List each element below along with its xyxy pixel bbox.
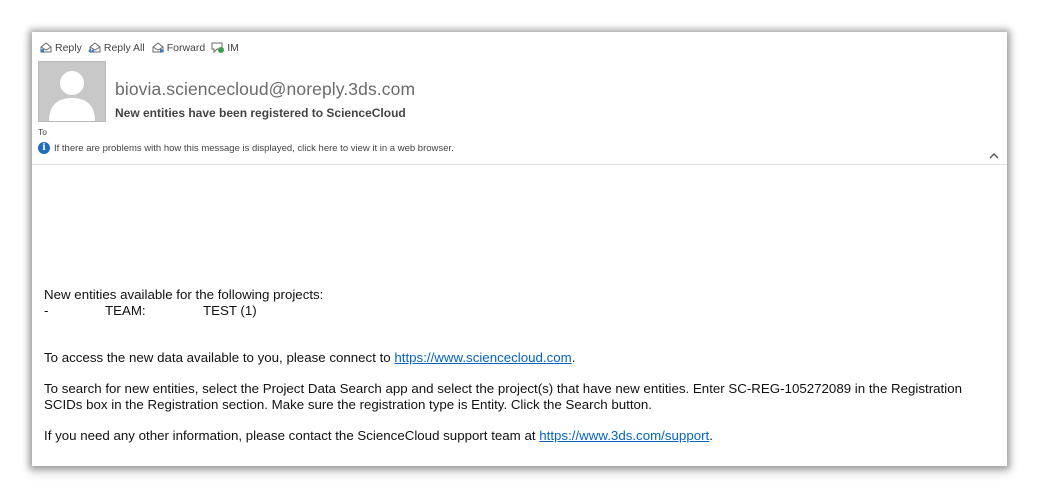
im-button[interactable]: IM bbox=[211, 41, 239, 54]
forward-label: Forward bbox=[166, 41, 206, 54]
project-team-row: - TEAM: TEST (1) bbox=[44, 303, 994, 319]
search-instructions: To search for new entities, select the P… bbox=[44, 381, 962, 412]
info-message: If there are problems with how this mess… bbox=[54, 142, 454, 154]
access-text: To access the new data available to you,… bbox=[44, 350, 395, 365]
reply-label: Reply bbox=[55, 41, 82, 54]
sender-address: biovia.sciencecloud@noreply.3ds.com bbox=[115, 79, 416, 99]
contact-end: . bbox=[709, 428, 713, 443]
contact-text: If you need any other information, pleas… bbox=[44, 428, 540, 443]
reply-icon bbox=[40, 42, 52, 53]
intro-text: New entities available for the following… bbox=[44, 287, 324, 302]
im-label: IM bbox=[227, 41, 239, 54]
to-label: To bbox=[38, 127, 47, 137]
chevron-up-icon bbox=[989, 153, 999, 159]
im-icon bbox=[211, 42, 225, 54]
reply-all-label: Reply All bbox=[103, 41, 145, 54]
contact-paragraph: If you need any other information, pleas… bbox=[44, 428, 994, 444]
message-subject: New entities have been registered to Sci… bbox=[115, 106, 406, 120]
avatar-placeholder-icon bbox=[39, 62, 105, 121]
forward-button[interactable]: Forward bbox=[151, 41, 206, 54]
info-icon: i bbox=[38, 142, 50, 154]
reply-all-icon bbox=[87, 42, 101, 53]
email-window: Reply Reply All Forward IM biovia.scienc… bbox=[32, 32, 1007, 466]
reply-all-button[interactable]: Reply All bbox=[87, 41, 145, 54]
forward-icon bbox=[152, 42, 164, 53]
access-end: . bbox=[571, 350, 576, 365]
team-bullet: - bbox=[44, 303, 49, 318]
message-toolbar: Reply Reply All Forward IM bbox=[39, 41, 245, 54]
collapse-header-button[interactable] bbox=[988, 148, 1000, 159]
header-divider bbox=[32, 164, 1007, 165]
access-paragraph: To access the new data available to you,… bbox=[44, 350, 994, 366]
team-value: TEST (1) bbox=[203, 303, 257, 318]
sender-avatar bbox=[38, 61, 106, 122]
team-label: TEAM: bbox=[105, 303, 146, 318]
sciencecloud-link[interactable]: https://www.sciencecloud.com bbox=[394, 350, 571, 365]
support-link[interactable]: https://www.3ds.com/support bbox=[539, 428, 709, 443]
message-body: New entities available for the following… bbox=[44, 287, 994, 444]
reply-button[interactable]: Reply bbox=[39, 41, 82, 54]
view-in-browser-infobar[interactable]: i If there are problems with how this me… bbox=[38, 142, 454, 154]
